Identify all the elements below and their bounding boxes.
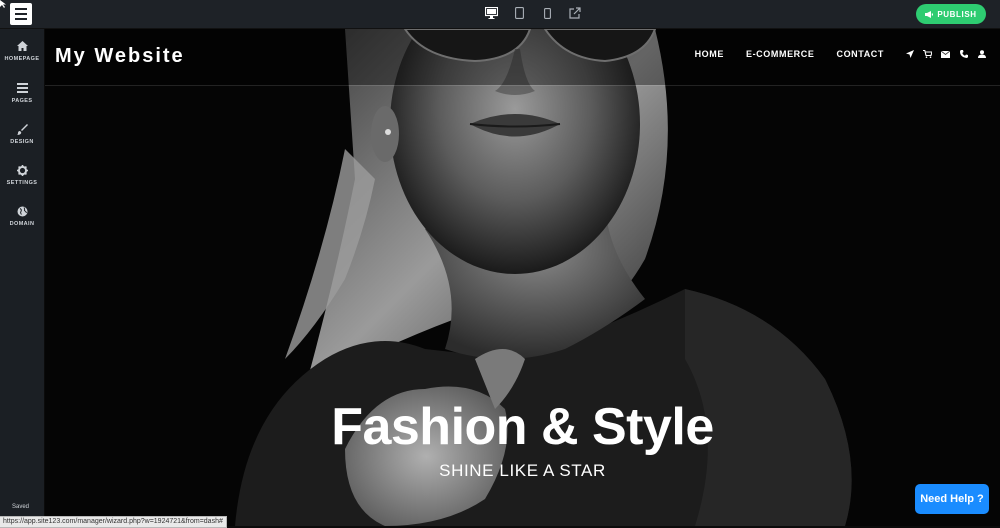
desktop-icon[interactable] — [484, 6, 498, 20]
home-icon — [16, 41, 28, 52]
sidebar-item-settings[interactable]: SETTINGS — [0, 157, 44, 193]
sidebar-item-label: DESIGN — [10, 138, 34, 145]
gear-icon — [16, 164, 28, 176]
site-logo[interactable]: My Website — [55, 45, 185, 68]
need-help-button[interactable]: Need Help ? — [915, 484, 989, 514]
mouse-cursor-icon — [0, 0, 6, 8]
tablet-icon[interactable] — [512, 6, 526, 20]
sidebar-item-label: SETTINGS — [6, 179, 38, 186]
sidebar-item-pages[interactable]: PAGES — [0, 75, 44, 111]
status-bar-url: https://app.site123.com/manager/wizard.p… — [0, 516, 227, 528]
user-icon[interactable] — [977, 50, 986, 59]
nav-link-home[interactable]: HOME — [695, 49, 724, 59]
website-preview: My Website HOME E-COMMERCE CONTACT Fashi… — [45, 29, 1000, 526]
mobile-icon[interactable] — [540, 6, 554, 20]
sidebar-item-label: DOMAIN — [9, 220, 35, 227]
nav-link-ecommerce[interactable]: E-COMMERCE — [746, 49, 815, 59]
sidebar-item-homepage[interactable]: HOMEPAGE — [0, 33, 44, 69]
phone-icon[interactable] — [959, 50, 968, 59]
editor-toolbar: PUBLISH — [0, 0, 1000, 29]
hero-subtitle: SHINE LIKE A STAR — [439, 461, 606, 480]
location-arrow-icon[interactable] — [905, 50, 914, 59]
nav-link-contact[interactable]: CONTACT — [836, 49, 884, 59]
envelope-icon[interactable] — [941, 50, 950, 59]
sidebar-item-label: PAGES — [11, 97, 33, 104]
sidebar-item-design[interactable]: DESIGN — [0, 116, 44, 152]
cart-icon[interactable] — [923, 50, 932, 59]
globe-icon — [17, 206, 28, 217]
site-nav: HOME E-COMMERCE CONTACT — [695, 49, 986, 59]
save-status: Saved — [12, 504, 30, 510]
device-preview-switcher — [484, 6, 582, 20]
pages-icon — [16, 83, 28, 94]
hamburger-menu-button[interactable] — [10, 3, 32, 25]
megaphone-icon — [925, 10, 934, 18]
brush-icon — [16, 123, 28, 135]
publish-label: PUBLISH — [937, 9, 977, 19]
publish-button[interactable]: PUBLISH — [916, 4, 986, 24]
sidebar-item-domain[interactable]: DOMAIN — [0, 198, 44, 234]
hero-title: Fashion & Style — [331, 398, 714, 456]
editor-sidebar: HOMEPAGE PAGES DESIGN SETTINGS DOMAIN Sa… — [0, 29, 44, 526]
external-link-icon[interactable] — [568, 6, 582, 20]
site-header: My Website HOME E-COMMERCE CONTACT — [45, 29, 1000, 86]
sidebar-item-label: HOMEPAGE — [4, 55, 40, 62]
